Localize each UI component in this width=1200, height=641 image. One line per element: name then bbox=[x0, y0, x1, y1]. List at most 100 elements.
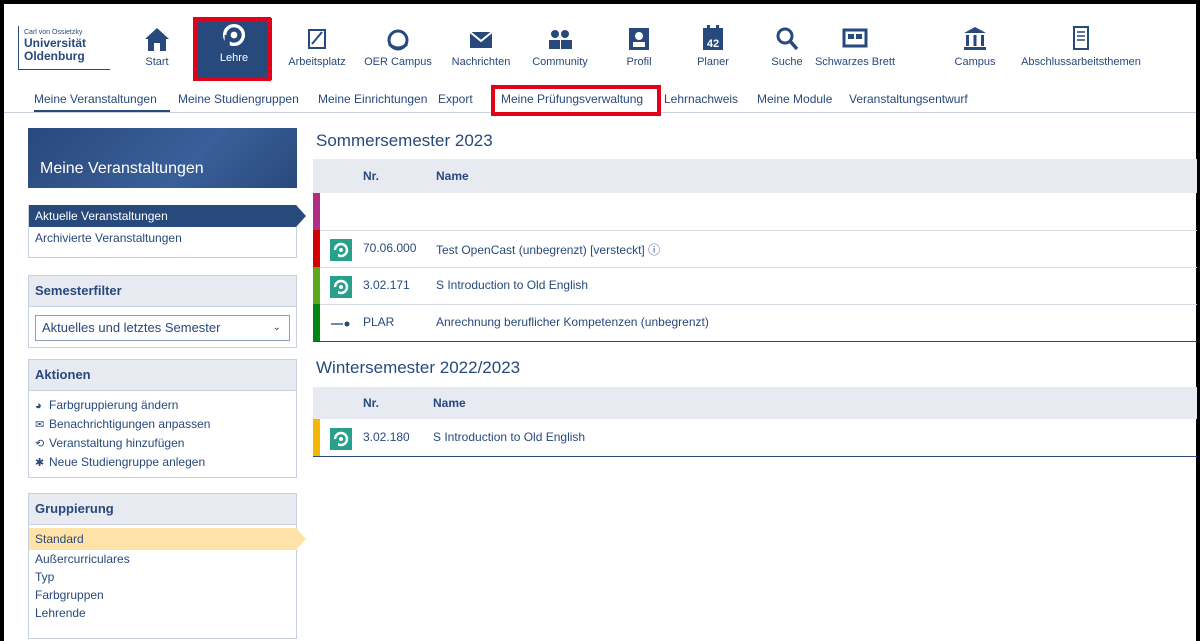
table-row[interactable]: 3.02.180 S Introduction to Old English bbox=[313, 419, 1197, 457]
lehre-icon: ⟲ bbox=[35, 438, 45, 450]
nav-suche-label: Suche bbox=[771, 56, 803, 68]
col-nr[interactable]: Nr. bbox=[363, 396, 379, 410]
gruppierung-ausercurriculares[interactable]: Außercurriculares bbox=[29, 550, 296, 568]
oer-icon bbox=[387, 29, 409, 51]
board-icon bbox=[842, 28, 868, 48]
action-label: Farbgruppierung ändern bbox=[49, 398, 179, 412]
color-bar bbox=[313, 230, 320, 267]
subnav-meine-studiengruppen[interactable]: Meine Studiengruppen bbox=[178, 92, 299, 106]
semesterfilter-box: Semesterfilter Aktuelles und letztes Sem… bbox=[28, 275, 297, 348]
col-name[interactable]: Name bbox=[433, 396, 466, 410]
course-nr: 3.02.180 bbox=[363, 430, 410, 444]
subnav-active-underline bbox=[34, 110, 170, 112]
nav-campus[interactable]: Campus bbox=[950, 22, 1000, 78]
subnav-meine-veranstaltungen[interactable]: Meine Veranstaltungen bbox=[34, 92, 157, 106]
action-studiengruppe-anlegen[interactable]: ✱ Neue Studiengruppe anlegen bbox=[29, 453, 296, 472]
color-bar bbox=[313, 267, 320, 304]
home-icon bbox=[145, 28, 169, 51]
gruppierung-typ[interactable]: Typ bbox=[29, 568, 296, 586]
gruppierung-box: Gruppierung Standard Außercurriculares T… bbox=[28, 493, 306, 639]
nav-thesis-label: Abschlussarbeitsthemen bbox=[1021, 56, 1141, 68]
course-nr: 70.06.000 bbox=[363, 241, 417, 255]
col-nr[interactable]: Nr. bbox=[363, 169, 379, 183]
course-icon[interactable] bbox=[330, 428, 352, 450]
course-icon[interactable] bbox=[330, 239, 352, 261]
nav-profil-label: Profil bbox=[626, 56, 652, 68]
table-row[interactable]: PLAR Anrechnung beruflicher Kompetenzen … bbox=[313, 304, 1197, 342]
logo-line3: Oldenburg bbox=[24, 49, 85, 63]
plar-icon[interactable] bbox=[330, 313, 352, 335]
nav-planer[interactable]: 42 Planer bbox=[688, 22, 738, 78]
subnav-meine-module[interactable]: Meine Module bbox=[757, 92, 832, 106]
action-benachrichtigungen[interactable]: ✉ Benachrichtigungen anpassen bbox=[29, 415, 296, 434]
table-end-line bbox=[313, 341, 1197, 342]
sidebar-item-archivierte[interactable]: Archivierte Veranstaltungen bbox=[29, 227, 296, 249]
subnav-lehrnachweis[interactable]: Lehrnachweis bbox=[664, 92, 738, 106]
sidebar-title: Meine Veranstaltungen bbox=[40, 160, 204, 177]
campus-icon bbox=[964, 27, 986, 50]
semester-title-wise: Wintersemester 2022/2023 bbox=[316, 358, 521, 377]
subnav-export[interactable]: Export bbox=[438, 92, 473, 106]
action-label: Veranstaltung hinzufügen bbox=[49, 436, 185, 450]
table-end-line bbox=[313, 456, 1197, 457]
highlight-lehre bbox=[193, 17, 271, 81]
gruppierung-lehrende[interactable]: Lehrende bbox=[29, 604, 296, 622]
nav-community[interactable]: Community bbox=[526, 22, 594, 78]
semester-title-sose: Sommersemester 2023 bbox=[316, 131, 493, 150]
table-row[interactable]: 3.02.171 S Introduction to Old English bbox=[313, 267, 1197, 305]
add-group-icon: ✱ bbox=[35, 457, 45, 469]
nav-suche[interactable]: Suche bbox=[762, 22, 812, 78]
course-name[interactable]: Test OpenCast (unbegrenzt) [versteckt] ⓘ bbox=[436, 241, 660, 258]
action-farbgruppierung[interactable]: ◕ Farbgruppierung ändern bbox=[29, 396, 296, 415]
subnav-meine-einrichtungen[interactable]: Meine Einrichtungen bbox=[318, 92, 427, 106]
university-logo[interactable]: Carl von Ossietzky Universität Oldenburg bbox=[18, 26, 110, 70]
nav-schwarzes-brett[interactable]: Schwarzes Brett bbox=[814, 22, 896, 78]
nav-abschlussarbeitsthemen[interactable]: Abschlussarbeitsthemen bbox=[1016, 22, 1146, 78]
thesis-icon bbox=[1073, 26, 1089, 50]
course-name[interactable]: S Introduction to Old English bbox=[433, 430, 585, 444]
semesterfilter-select[interactable]: Aktuelles und letztes Semester ⌄ bbox=[35, 315, 290, 341]
top-navigation: Carl von Ossietzky Universität Oldenburg… bbox=[4, 4, 1196, 89]
nav-oer-label: OER Campus bbox=[364, 56, 432, 68]
course-nr: 3.02.171 bbox=[363, 278, 410, 292]
gruppierung-farbgruppen[interactable]: Farbgruppen bbox=[29, 586, 296, 604]
aktionen-box: Aktionen ◕ Farbgruppierung ändern ✉ Benach… bbox=[28, 359, 297, 478]
nav-brett-label: Schwarzes Brett bbox=[814, 56, 896, 68]
calendar-icon: 42 bbox=[703, 25, 723, 50]
profile-icon bbox=[629, 28, 649, 50]
search-icon bbox=[776, 27, 799, 51]
calendar-day: 42 bbox=[707, 38, 719, 50]
action-label: Benachrichtigungen anpassen bbox=[49, 417, 211, 431]
action-veranstaltung-hinzufuegen[interactable]: ⟲ Veranstaltung hinzufügen bbox=[29, 434, 296, 453]
nav-arbeitsplatz[interactable]: Arbeitsplatz bbox=[286, 22, 348, 78]
nav-nachrichten[interactable]: Nachrichten bbox=[446, 22, 516, 78]
subnav-veranstaltungsentwurf[interactable]: Veranstaltungsentwurf bbox=[849, 92, 968, 106]
course-name[interactable]: Anrechnung beruflicher Kompetenzen (unbe… bbox=[436, 315, 709, 329]
color-bar bbox=[313, 304, 320, 341]
color-bar bbox=[313, 193, 320, 230]
sidebar-views: Aktuelle Veranstaltungen Archivierte Ver… bbox=[28, 205, 306, 258]
nav-start-label: Start bbox=[145, 56, 169, 68]
sidebar-item-aktuelle[interactable]: Aktuelle Veranstaltungen bbox=[29, 205, 306, 227]
palette-icon: ◕ bbox=[35, 400, 42, 412]
color-bar bbox=[313, 419, 320, 456]
community-icon bbox=[549, 30, 572, 49]
sidebar-header: Meine Veranstaltungen bbox=[28, 128, 297, 188]
nav-community-label: Community bbox=[532, 56, 588, 68]
semesterfilter-value: Aktuelles und letztes Semester bbox=[42, 320, 221, 335]
course-icon[interactable] bbox=[330, 276, 352, 298]
nav-arbeitsplatz-label: Arbeitsplatz bbox=[288, 56, 346, 68]
course-name[interactable]: S Introduction to Old English bbox=[436, 278, 588, 292]
col-name[interactable]: Name bbox=[436, 169, 469, 183]
chevron-down-icon: ⌄ bbox=[272, 322, 281, 333]
mail-icon: ✉ bbox=[35, 419, 45, 431]
nav-start[interactable]: Start bbox=[132, 22, 182, 78]
nav-oer-campus[interactable]: OER Campus bbox=[362, 22, 434, 78]
nav-planer-label: Planer bbox=[697, 56, 729, 68]
table-row[interactable]: 70.06.000 Test OpenCast (unbegrenzt) [ve… bbox=[313, 230, 1197, 268]
course-nr: PLAR bbox=[363, 315, 395, 329]
gruppierung-standard[interactable]: Standard bbox=[29, 528, 306, 550]
table-row[interactable] bbox=[313, 193, 1197, 231]
mail-icon bbox=[469, 31, 493, 48]
nav-profil[interactable]: Profil bbox=[614, 22, 664, 78]
